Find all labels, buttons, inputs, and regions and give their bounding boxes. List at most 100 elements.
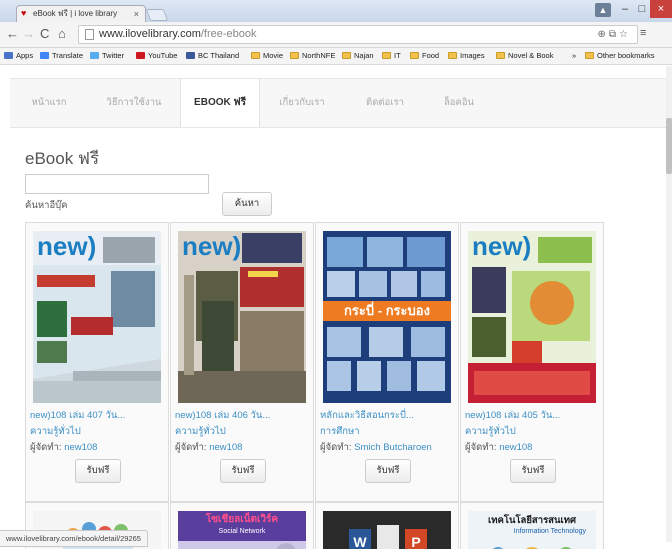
ebook-card: โซเชียลเน็ตเวิร์ค Social Network [170,502,314,549]
book-cover[interactable]: new) [468,231,596,403]
book-cover[interactable]: กระบี่ - กระบอง [323,231,451,403]
home-icon[interactable]: ⌂ [58,27,66,41]
new-tab-button[interactable] [145,9,169,21]
zoom-and-bookmark-star-icons[interactable]: ⊕⧉☆ [598,26,631,43]
apps-grid-icon [4,52,13,59]
bookmark-northnfe[interactable]: NorthNFE [290,48,335,64]
cover-title: กระบี่ - กระบอง [344,303,430,318]
user-profile-icon[interactable]: ▲ [595,3,611,17]
nav-about[interactable]: เกี่ยวกับเรา [260,79,344,127]
book-cover[interactable]: new) [178,231,306,403]
chrome-menu-icon[interactable]: ≡ [640,27,650,39]
folder-icon [496,52,505,59]
address-bar[interactable]: www.ilovelibrary.com/free-ebook ⊕⧉☆ [78,25,638,44]
producer-link[interactable]: new108 [209,442,242,453]
ebook-card: W P [315,502,459,549]
bookmark-translate[interactable]: Translate [40,48,83,64]
book-category-link[interactable]: ความรู้ทั่วไป [465,424,516,439]
nav-home[interactable]: หน้าแรก [10,79,88,127]
bookmarks-bar: Apps Translate Twitter YouTube BC Thaila… [0,48,672,65]
minimize-icon[interactable]: – [617,0,633,18]
producer-link[interactable]: new108 [64,442,97,453]
ebook-card: new) new)108 เล่ม 405 วัน... ความรู้ทั่ว… [460,222,604,502]
ebook-card: new) new)108 เล่ม 407 วัน... ความรู้ทั่ว… [25,222,169,502]
search-button[interactable]: ค้นหา [222,192,272,216]
scrollbar-thumb[interactable] [666,118,672,174]
search-label: ค้นหาอีบุ๊ค [25,200,68,211]
book-title-link[interactable]: new)108 เล่ม 406 วัน... [175,408,270,423]
nav-contact[interactable]: ติดต่อเรา [344,79,426,127]
twitter-icon [90,52,99,59]
producer-link[interactable]: Smich Butcharoen [354,442,432,453]
browser-toolbar: ← → C ⌂ www.ilovelibrary.com/free-ebook … [0,22,672,48]
ebook-card: กระบี่ - กระบอง หลักและวิธีสอนกระบี่... … [315,222,459,502]
bookmark-food[interactable]: Food [410,48,439,64]
page-content: หน้าแรก วิธีการใช้งาน EBOOK ฟรี เกี่ยวกั… [0,66,666,542]
svg-text:W: W [353,534,367,549]
book-cover[interactable]: new) [33,231,161,403]
reload-icon[interactable]: C [40,27,49,41]
heart-favicon-icon: ♥ [21,8,27,18]
maximize-icon[interactable]: □ [635,0,649,18]
book-producer: ผู้จัดทำ: new108 [175,442,243,453]
folder-icon [585,52,594,59]
bookmark-najan[interactable]: Najan [342,48,374,64]
bookmark-bc-thailand[interactable]: BC Thailand [186,48,239,64]
cover-subtitle: Information Technology [513,528,586,535]
book-title-link[interactable]: new)108 เล่ม 407 วัน... [30,408,125,423]
book-category-link[interactable]: ความรู้ทั่วไป [175,424,226,439]
bookmark-youtube[interactable]: YouTube [136,48,177,64]
tab-title: eBook ฟรี | i love library [33,9,118,18]
brand-logo: new) [472,231,532,261]
translate-icon [40,52,49,59]
browser-titlebar: ♥ eBook ฟรี | i love library × ▲ – □ × [0,0,672,22]
bookmark-it[interactable]: IT [382,48,401,64]
close-window-icon[interactable]: × [650,0,672,18]
bookmark-twitter[interactable]: Twitter [90,48,124,64]
back-arrow-icon[interactable]: ← [6,27,19,41]
nav-login[interactable]: ล็อคอิน [426,79,492,127]
browser-tab[interactable]: ♥ eBook ฟรี | i love library × [16,5,146,22]
producer-link[interactable]: new108 [499,442,532,453]
folder-icon [410,52,419,59]
ebook-card: new) new)108 เล่ม 406 วัน... ความรู้ทั่ว… [170,222,314,502]
url-path: /free-ebook [200,28,257,40]
nav-free-ebook[interactable]: EBOOK ฟรี [180,79,260,127]
bookmark-movie[interactable]: Movie [251,48,283,64]
youtube-icon [136,52,145,59]
get-free-button[interactable]: รับฟรี [510,459,556,483]
book-cover[interactable]: เทคโนโลยีสารสนเทศ Information Technology [468,511,596,549]
get-free-button[interactable]: รับฟรี [75,459,121,483]
book-category-link[interactable]: การศึกษา [320,424,360,439]
book-producer: ผู้จัดทำ: new108 [30,442,98,453]
folder-icon [290,52,299,59]
bc-thailand-icon [186,52,195,59]
status-bar-url: www.ilovelibrary.com/ebook/detail/29265 [0,530,148,547]
page-scrollbar[interactable] [666,66,672,542]
tab-close-icon[interactable]: × [134,6,139,22]
bookmark-apps[interactable]: Apps [4,48,33,64]
ebook-search-input[interactable] [25,174,209,194]
folder-icon [251,52,260,59]
nav-how-to[interactable]: วิธีการใช้งาน [88,79,180,127]
brand-logo: new) [37,231,97,261]
bookmarks-overflow[interactable]: » [572,48,576,64]
bookmark-images[interactable]: Images [448,48,485,64]
bookmark-other[interactable]: Other bookmarks [585,48,655,64]
svg-text:P: P [411,534,420,549]
book-category-link[interactable]: ความรู้ทั่วไป [30,424,81,439]
get-free-button[interactable]: รับฟรี [365,459,411,483]
forward-arrow-icon[interactable]: → [22,27,35,41]
bookmark-novel-book[interactable]: Novel & Book [496,48,553,64]
book-title-link[interactable]: new)108 เล่ม 405 วัน... [465,408,560,423]
page-title: eBook ฟรี [25,149,100,168]
book-cover[interactable]: W P [323,511,451,549]
folder-icon [448,52,457,59]
brand-logo: new) [182,231,242,261]
book-producer: ผู้จัดทำ: new108 [465,442,533,453]
book-cover[interactable]: โซเชียลเน็ตเวิร์ค Social Network [178,511,306,549]
ebook-card: เทคโนโลยีสารสนเทศ Information Technology [460,502,604,549]
folder-icon [342,52,351,59]
get-free-button[interactable]: รับฟรี [220,459,266,483]
book-title-link[interactable]: หลักและวิธีสอนกระบี่... [320,408,414,423]
